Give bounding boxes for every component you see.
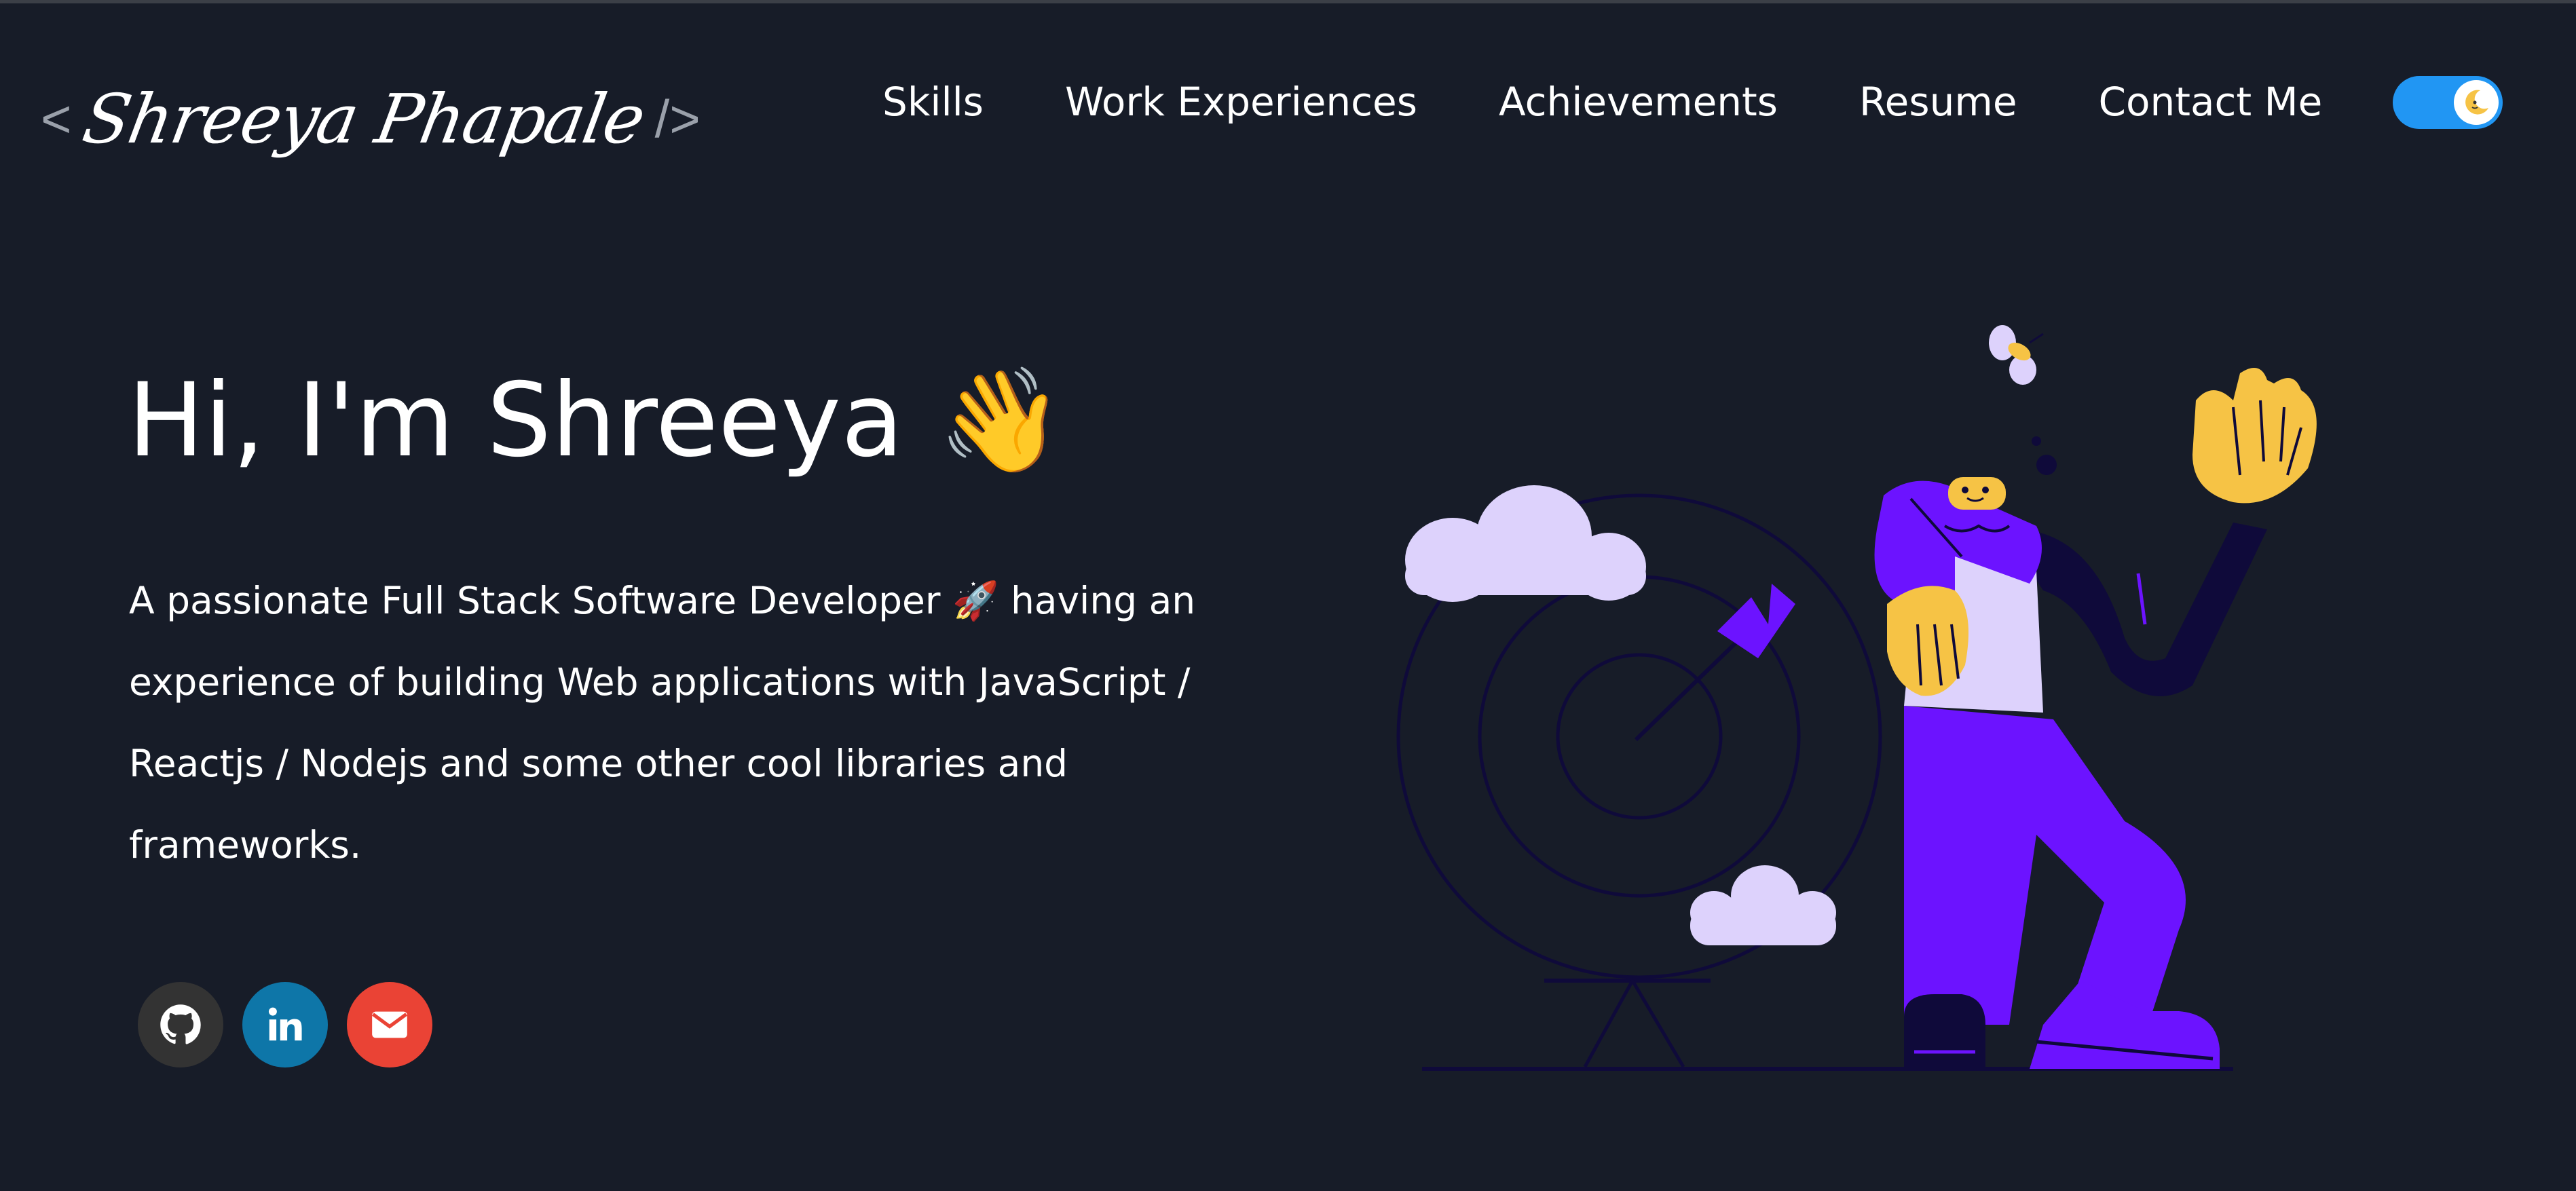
main-nav: Skills Work Experiences Achievements Res… (882, 68, 2322, 136)
logo-name: Shreeya Phapale (77, 79, 650, 159)
person (1874, 368, 2317, 1069)
dart (1634, 584, 1795, 742)
nav-skills[interactable]: Skills (882, 79, 984, 125)
email-button[interactable] (347, 982, 432, 1067)
top-border (0, 0, 2576, 3)
logo-open-bracket: < (41, 88, 72, 149)
github-button[interactable] (138, 982, 223, 1067)
greeting-text: Hi, I'm Shreeya (128, 362, 904, 480)
email-icon (371, 1011, 408, 1038)
toggle-knob (2454, 80, 2499, 125)
waving-hand-icon: 👋 (937, 362, 1064, 480)
logo[interactable]: < Shreeya Phapale /> (41, 54, 701, 183)
nav-contact-me[interactable]: Contact Me (2099, 79, 2323, 125)
nav-achievements[interactable]: Achievements (1499, 79, 1778, 125)
theme-toggle[interactable] (2393, 76, 2503, 129)
nav-work-experiences[interactable]: Work Experiences (1065, 79, 1417, 125)
linkedin-button[interactable] (242, 982, 328, 1067)
moon-icon (2465, 90, 2488, 115)
developer-illustration (1396, 325, 2317, 1071)
linkedin-icon (268, 1007, 302, 1041)
logo-close-bracket: /> (654, 88, 701, 149)
cloud-large (1405, 485, 1646, 602)
nav-resume[interactable]: Resume (1859, 79, 2017, 125)
github-icon (160, 1004, 201, 1044)
bee (1989, 325, 2044, 385)
social-links (138, 982, 451, 1067)
hero-description: A passionate Full Stack Software Develop… (129, 579, 1196, 867)
hero-greeting: Hi, I'm Shreeya 👋 (128, 370, 1064, 472)
